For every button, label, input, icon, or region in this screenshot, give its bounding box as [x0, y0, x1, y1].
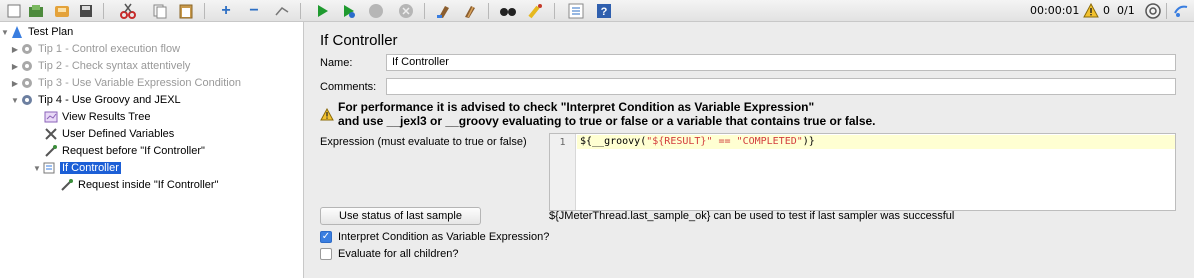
- test-plan-icon: [10, 25, 24, 39]
- warning-count: 0: [1103, 4, 1110, 17]
- toolbar-separator: [424, 3, 425, 19]
- code-prefix: ${__groovy(: [580, 136, 647, 147]
- controller-icon: [42, 161, 56, 175]
- svg-text:?: ?: [601, 6, 608, 18]
- tree-item-label: Tip 1 - Control execution flow: [38, 43, 181, 55]
- save-icon[interactable]: [52, 1, 72, 20]
- name-field[interactable]: If Controller: [386, 54, 1176, 71]
- thread-count: 0/1: [1117, 4, 1135, 17]
- expression-editor[interactable]: 1 ${__groovy("${RESULT}" == "COMPLETED")…: [549, 133, 1176, 211]
- tree-item-request-before[interactable]: Request before "If Controller": [44, 143, 205, 159]
- clear-all-icon[interactable]: [460, 1, 480, 20]
- line-number-gutter: 1: [550, 134, 576, 210]
- toolbar-separator: [300, 3, 301, 19]
- listener-icon: [44, 110, 58, 124]
- expand-icon[interactable]: +: [216, 1, 236, 20]
- toolbar-separator: [554, 3, 555, 19]
- toolbar-separator: [204, 3, 205, 19]
- evaluate-all-children-checkbox[interactable]: [320, 248, 332, 260]
- comments-field[interactable]: [386, 78, 1176, 95]
- if-controller-panel: If Controller Name: If Controller Commen…: [305, 22, 1194, 278]
- stop-icon[interactable]: [366, 1, 386, 20]
- expand-arrow-icon[interactable]: ▶: [10, 45, 20, 54]
- test-plan-tree: ▼ Test Plan ▶ Tip 1 - Control execution …: [0, 22, 304, 278]
- code-line[interactable]: ${__groovy("${RESULT}" == "COMPLETED")}: [577, 135, 1175, 149]
- collapse-icon[interactable]: −: [244, 1, 264, 20]
- warning-icon[interactable]: [1083, 2, 1099, 21]
- evaluate-all-children-label: Evaluate for all children?: [338, 248, 459, 260]
- warning-icon: [320, 107, 334, 121]
- tree-item-if-controller[interactable]: ▼ If Controller: [32, 160, 121, 176]
- toolbar-separator: [103, 3, 104, 19]
- tree-item-label: Tip 2 - Check syntax attentively: [38, 60, 191, 72]
- collapse-arrow-icon[interactable]: ▼: [10, 96, 20, 105]
- toolbar-separator: [1166, 3, 1167, 19]
- tree-item-label: Tip 3 - Use Variable Expression Conditio…: [38, 77, 241, 89]
- page-title: If Controller: [320, 32, 398, 49]
- cut-icon[interactable]: [118, 1, 138, 20]
- elapsed-time: 00:00:01: [1030, 4, 1080, 17]
- toggle-icon[interactable]: [272, 1, 292, 20]
- collapse-arrow-icon[interactable]: ▼: [32, 164, 42, 173]
- gear-icon: [20, 42, 34, 56]
- templates-icon[interactable]: [4, 1, 24, 20]
- expression-label: Expression (must evaluate to true or fal…: [320, 136, 527, 148]
- function-helper-icon[interactable]: [566, 1, 586, 20]
- tree-item-label: Request inside "If Controller": [78, 179, 219, 191]
- tree-item-label: If Controller: [60, 162, 121, 174]
- expand-arrow-icon[interactable]: ▶: [10, 79, 20, 88]
- tree-item-label: Test Plan: [28, 26, 74, 38]
- start-icon[interactable]: [312, 1, 332, 20]
- sampler-icon: [60, 178, 74, 192]
- search-icon[interactable]: [498, 1, 518, 20]
- tree-item-label: Request before "If Controller": [62, 145, 205, 157]
- expand-arrow-icon[interactable]: ▶: [10, 62, 20, 71]
- code-suffix: )}: [802, 136, 815, 147]
- toolbar: + − ? 00:00:01 0 0/1: [0, 0, 1194, 22]
- gear-icon: [20, 59, 34, 73]
- help-icon[interactable]: ?: [594, 1, 614, 20]
- toolbar-separator: [488, 3, 489, 19]
- tree-item-user-defined-variables[interactable]: User Defined Variables: [44, 126, 174, 142]
- config-icon: [44, 127, 58, 141]
- shutdown-icon[interactable]: [396, 1, 416, 20]
- sampler-icon: [44, 144, 58, 158]
- tree-item-label: User Defined Variables: [62, 128, 175, 140]
- log-viewer-icon[interactable]: [1173, 3, 1189, 22]
- paste-icon[interactable]: [176, 1, 196, 20]
- tree-item-tip-3[interactable]: ▶ Tip 3 - Use Variable Expression Condit…: [10, 75, 241, 91]
- tree-item-tip-1[interactable]: ▶ Tip 1 - Control execution flow: [10, 41, 180, 57]
- interpret-condition-label: Interpret Condition as Variable Expressi…: [338, 231, 550, 243]
- tree-item-label: View Results Tree: [62, 111, 151, 123]
- tree-item-test-plan[interactable]: ▼ Test Plan: [0, 24, 73, 40]
- collapse-arrow-icon[interactable]: ▼: [0, 28, 10, 37]
- tree-item-label: Tip 4 - Use Groovy and JEXL: [38, 94, 181, 106]
- gear-icon: [20, 76, 34, 90]
- warning-line-1: For performance it is advised to check "…: [338, 100, 815, 114]
- tree-item-tip-2[interactable]: ▶ Tip 2 - Check syntax attentively: [10, 58, 191, 74]
- code-string: "${RESULT}" == "COMPLETED": [646, 136, 803, 147]
- running-status-icon: [1145, 3, 1161, 22]
- warning-line-2: and use __jexl3 or __groovy evaluating t…: [338, 114, 876, 128]
- performance-warning: For performance it is advised to check "…: [338, 100, 876, 128]
- open-icon[interactable]: [26, 1, 46, 20]
- reset-search-icon[interactable]: [526, 1, 546, 20]
- tree-item-view-results-tree[interactable]: View Results Tree: [44, 109, 150, 125]
- save-disk-icon[interactable]: [76, 1, 96, 20]
- use-last-sample-button[interactable]: Use status of last sample: [320, 207, 481, 225]
- tree-item-request-inside[interactable]: Request inside "If Controller": [60, 177, 219, 193]
- last-sample-hint: ${JMeterThread.last_sample_ok} can be us…: [549, 210, 955, 222]
- copy-icon[interactable]: [150, 1, 170, 20]
- name-label: Name:: [320, 57, 353, 69]
- clear-icon[interactable]: [434, 1, 454, 20]
- start-no-pause-icon[interactable]: [338, 1, 358, 20]
- tree-item-tip-4[interactable]: ▼ Tip 4 - Use Groovy and JEXL: [10, 92, 181, 108]
- comments-label: Comments:: [320, 81, 377, 93]
- interpret-condition-checkbox[interactable]: ✓: [320, 231, 332, 243]
- gear-icon: [20, 93, 34, 107]
